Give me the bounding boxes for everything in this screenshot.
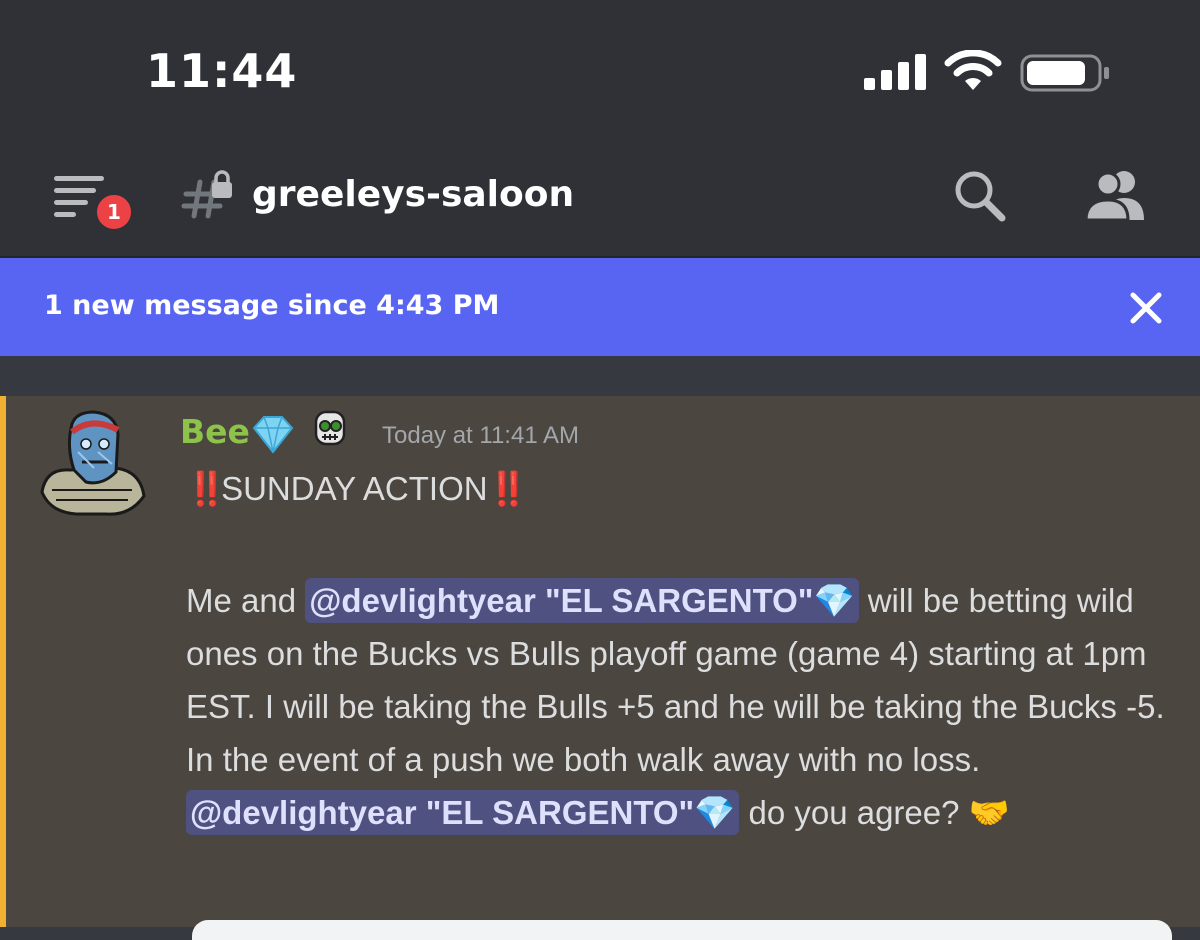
double-exclamation-icon: ‼️ [186,470,227,507]
battery-icon [1020,54,1109,92]
double-exclamation-icon: ‼️ [487,470,529,507]
close-icon[interactable] [1128,290,1164,326]
channel-name: greeleys-saloon [252,174,575,215]
status-bar: 11:44 [0,0,1200,140]
new-messages-bar[interactable]: 1 new message since 4:43 PM [0,258,1200,356]
message-author[interactable]: Bee [180,412,296,454]
message-content: Me and @devlightyear "EL SARGENTO"💎 will… [186,574,1176,839]
robot-badge-icon [314,410,346,446]
author-name[interactable]: Bee [180,412,250,451]
message-text: do you agree? 🤝 [739,794,1010,831]
user-mention[interactable]: @devlightyear "EL SARGENTO"💎 [305,578,859,623]
locked-channel-hash-icon [181,170,232,219]
search-icon[interactable] [952,168,1008,224]
status-time: 11:44 [146,44,298,98]
channel-header: 1 greeleys-saloon [0,140,1200,258]
user-mention[interactable]: @devlightyear "EL SARGENTO"💎 [186,790,740,835]
cellular-signal-icon [864,54,928,90]
unread-badge: 1 [92,190,136,234]
message-title: ‼️SUNDAY ACTION‼️ [186,470,529,509]
new-messages-text: 1 new message since 4:43 PM [44,290,500,321]
message-timestamp: Today at 11:41 AM [382,422,580,449]
diamond-icon [252,415,294,454]
wifi-icon [944,50,1002,90]
message-title-text: SUNDAY ACTION [221,470,488,507]
message-text: Me and [186,582,306,619]
avatar[interactable] [36,406,148,518]
message-item[interactable]: Bee Today at 11:41 AM ‼️SUNDAY ACTION‼️ … [0,396,1200,940]
members-icon[interactable] [1084,168,1148,222]
embed-preview[interactable] [192,920,1172,940]
